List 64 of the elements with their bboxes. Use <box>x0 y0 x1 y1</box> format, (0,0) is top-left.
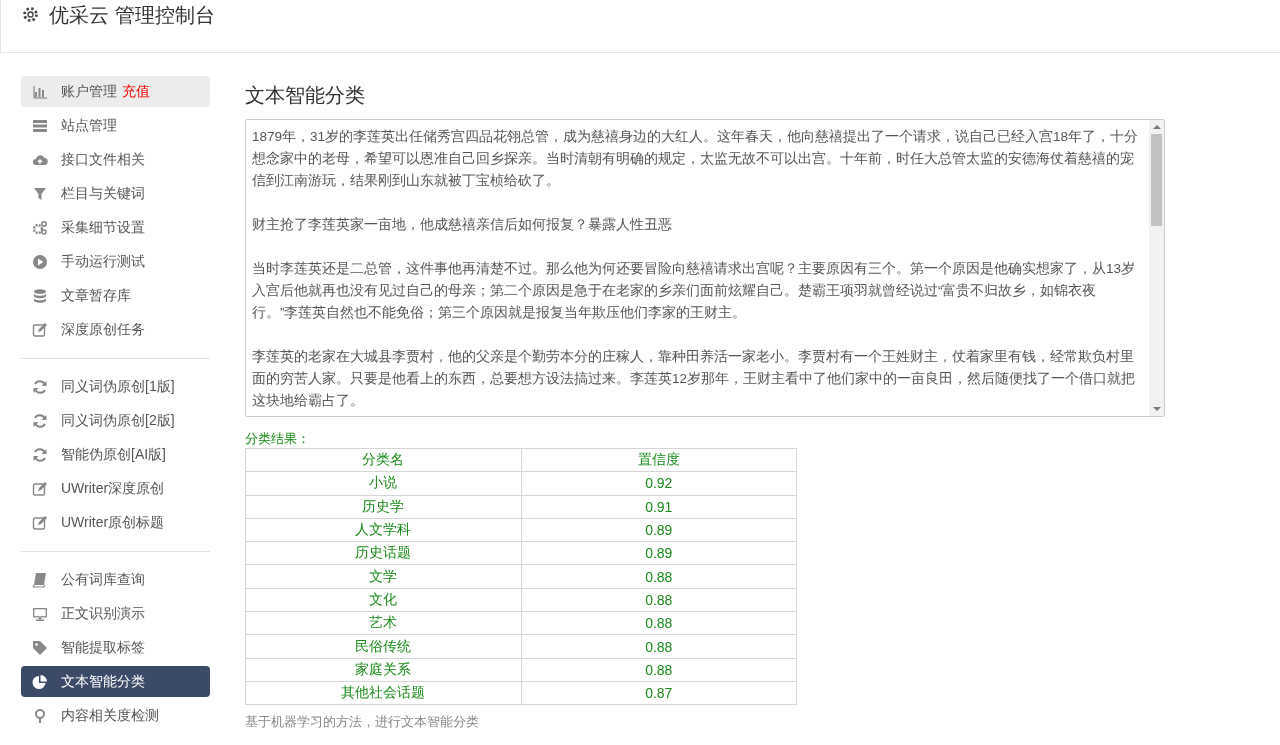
table-cell: 0.92 <box>521 471 797 496</box>
database-icon <box>32 287 48 304</box>
pie-chart-icon <box>32 673 48 690</box>
refresh-icon <box>32 446 48 463</box>
sidebar-item[interactable]: 栏目与关键词 <box>21 178 210 209</box>
sidebar-item[interactable]: 手动运行测试 <box>21 246 210 277</box>
pin-icon <box>32 707 48 724</box>
refresh-icon <box>32 412 48 429</box>
refresh-icon <box>32 378 48 395</box>
filter-icon <box>32 185 48 202</box>
table-cell: 历史学 <box>245 495 521 519</box>
table-cell: 民俗传统 <box>245 634 521 659</box>
scrollbar-thumb[interactable] <box>1151 134 1162 226</box>
table-cell: 0.88 <box>521 658 797 682</box>
sidebar-item[interactable]: 正文识别演示 <box>21 598 210 629</box>
monitor-icon <box>32 605 48 622</box>
table-cell: 0.89 <box>521 518 797 542</box>
scrollbar[interactable] <box>1149 120 1164 416</box>
table-cell: 0.88 <box>521 611 797 635</box>
sidebar-item[interactable]: 深度原创任务 <box>21 314 210 345</box>
sidebar-item[interactable]: 采集细节设置 <box>21 212 210 243</box>
table-cell: 0.91 <box>521 495 797 519</box>
sidebar-item[interactable]: 文本智能分类 <box>21 666 210 697</box>
table-cell: 0.89 <box>521 541 797 565</box>
table-cell: 0.88 <box>521 565 797 589</box>
tag-icon <box>32 639 48 656</box>
play-icon <box>32 253 48 270</box>
sidebar-item[interactable]: 公有词库查询 <box>21 564 210 595</box>
table-cell: 家庭关系 <box>245 658 521 682</box>
result-label: 分类结果： <box>245 430 311 448</box>
sidebar-item[interactable]: 文章暂存库 <box>21 280 210 311</box>
table-cell: 0.87 <box>521 681 797 705</box>
sidebar-item[interactable]: 同义词伪原创[1版] <box>21 371 210 402</box>
table-cell: 0.88 <box>521 588 797 612</box>
edit-icon <box>32 321 48 338</box>
sidebar-item[interactable]: UWriter深度原创 <box>21 473 210 504</box>
table-cell: 0.88 <box>521 634 797 659</box>
page-title: 文本智能分类 <box>245 83 366 108</box>
settings-icon <box>22 6 39 23</box>
server-icon <box>32 117 48 134</box>
edit-icon <box>32 514 48 531</box>
table-cell: 文化 <box>245 588 521 612</box>
column-header: 置信度 <box>521 448 797 472</box>
app-title: 优采云 管理控制台 <box>49 3 215 27</box>
table-cell: 文学 <box>245 565 521 589</box>
text-input-field[interactable]: 1879年，31岁的李莲英出任储秀宫四品花翎总管，成为慈禧身边的大红人。这年春天，他向慈禧提出了一个请求，说自己已经入宫18年了，十分想念家中的老母，希望可以恩准自己回乡探亲。当时清朝有明确的规定，太监无故不可以出宫。十年前，时任大总管太监的安德海仗着慈禧的宠信到江南游玩，结果刚到山东就被丁宝桢给砍了。 财主抢了李莲英家一亩地，他成慈禧亲信后如何报复？暴露人性丑恶 当时李莲英还是二总管，这件事他再清楚不过。那么他为何还要冒险向慈禧请求出宫呢？主要原因有三个。第一个原因是他确实想家了，从13岁入宫后他就再也没有见过自己的母亲；第二个原因是急于在老家的乡亲们面前炫耀自己。楚霸王项羽就曾经说过“富贵不归故乡，如锦衣夜行。”李莲英自然也不能免俗；第三个原因就是报复当年欺压他们李家的王财主。 李莲英的老家在大城县李贾村，他的父亲是个勤劳本分的庄稼人，靠种田养活一家老小。李贾村有一个王姓财主，仗着家里有钱，经常欺负村里面的穷苦人家。只要是他看上的东西，总要想方设法搞过来。李莲英12岁那年，王财主看中了他们家中的一亩良田，然后随便找了一个借口就把这块地给霸占了。 <box>245 119 1165 417</box>
footer-note: 基于机器学习的方法，进行文本智能分类 <box>245 713 480 732</box>
table-cell: 历史话题 <box>245 541 521 565</box>
sidebar-item[interactable]: 内容相关度检测 <box>21 700 210 731</box>
table-cell: 人文学科 <box>245 518 521 542</box>
bar-chart-icon <box>32 83 48 100</box>
table-cell: 其他社会话题 <box>245 681 521 705</box>
edit-icon <box>32 480 48 497</box>
column-header: 分类名 <box>245 448 521 472</box>
sidebar-item[interactable]: 智能伪原创[AI版] <box>21 439 210 470</box>
book-icon <box>32 571 48 588</box>
table-cell: 小说 <box>245 471 521 496</box>
table-cell: 艺术 <box>245 611 521 635</box>
sidebar-item[interactable]: 站点管理 <box>21 110 210 141</box>
sidebar-item[interactable]: UWriter原创标题 <box>21 507 210 538</box>
sidebar-item[interactable]: 智能提取标签 <box>21 632 210 663</box>
sidebar-item[interactable]: 接口文件相关 <box>21 144 210 175</box>
sidebar-item[interactable]: 账户管理 充值 <box>21 76 210 107</box>
sidebar-item[interactable]: 同义词伪原创[2版] <box>21 405 210 436</box>
